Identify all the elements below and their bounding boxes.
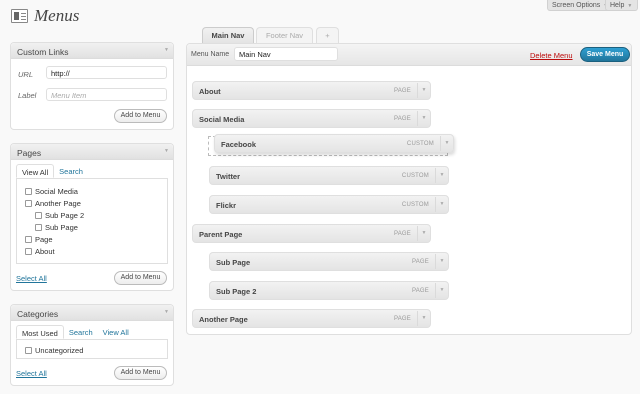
pages-box: Pages ▼ View All Search Social Media Anot… bbox=[10, 143, 174, 291]
list-item-label: Another Page bbox=[35, 199, 81, 208]
list-item[interactable]: About bbox=[25, 247, 55, 256]
add-menu-tab[interactable]: + bbox=[316, 27, 339, 43]
add-custom-link-button[interactable]: Add to Menu bbox=[114, 109, 167, 123]
tab-view-all[interactable]: View All bbox=[98, 325, 134, 339]
delete-menu-link[interactable]: Delete Menu bbox=[530, 51, 573, 60]
list-item-label: Social Media bbox=[35, 187, 78, 196]
chevron-down-icon[interactable]: ▼ bbox=[417, 226, 430, 241]
pages-select-all-link[interactable]: Select All bbox=[16, 274, 47, 283]
menu-item-type: CUSTOM bbox=[401, 202, 429, 208]
menu-item-title: Another Page bbox=[199, 315, 248, 324]
list-item[interactable]: Another Page bbox=[25, 199, 81, 208]
menu-item-sub-page-2[interactable]: Sub Page 2 PAGE ▼ bbox=[209, 281, 449, 300]
menu-item-title: Sub Page 2 bbox=[216, 287, 257, 296]
menu-item-facebook[interactable]: Facebook CUSTOM ▼ bbox=[214, 134, 454, 153]
menu-item-title: Sub Page bbox=[216, 258, 251, 267]
menu-item-parent-page[interactable]: Parent Page PAGE ▼ bbox=[192, 224, 431, 243]
menu-item-title: Social Media bbox=[199, 115, 245, 124]
menu-item-another-page[interactable]: Another Page PAGE ▼ bbox=[192, 309, 431, 328]
url-label: URL bbox=[18, 70, 34, 79]
menu-name-input[interactable]: Main Nav bbox=[234, 47, 338, 61]
chevron-down-icon[interactable]: ▼ bbox=[435, 283, 448, 298]
menu-item-type: PAGE bbox=[393, 88, 411, 94]
chevron-down-icon[interactable]: ▼ bbox=[164, 148, 169, 154]
chevron-down-icon: ▼ bbox=[627, 3, 633, 9]
pages-header[interactable]: Pages ▼ bbox=[11, 144, 173, 160]
label-label: Label bbox=[18, 91, 37, 100]
list-item[interactable]: Page bbox=[25, 235, 53, 244]
categories-box: Categories ▼ Most Used Search View All Un… bbox=[10, 304, 174, 386]
menu-item-twitter[interactable]: Twitter CUSTOM ▼ bbox=[209, 166, 449, 185]
custom-links-box: Custom Links ▼ URL http:// Label Menu Ite… bbox=[10, 42, 174, 130]
menu-item-title: Twitter bbox=[216, 172, 241, 181]
menu-item-about[interactable]: About PAGE ▼ bbox=[192, 81, 431, 100]
menu-item-title: Parent Page bbox=[199, 230, 243, 239]
list-item-label: About bbox=[35, 247, 55, 256]
menu-item-type: CUSTOM bbox=[406, 141, 434, 147]
chevron-down-icon[interactable]: ▼ bbox=[164, 309, 169, 315]
chevron-down-icon[interactable]: ▼ bbox=[440, 136, 453, 151]
menu-name-label: Menu Name bbox=[191, 51, 230, 58]
save-menu-button[interactable]: Save Menu bbox=[580, 47, 630, 62]
chevron-down-icon[interactable]: ▼ bbox=[164, 47, 169, 53]
tab-most-used[interactable]: Most Used bbox=[16, 325, 64, 339]
chevron-down-icon[interactable]: ▼ bbox=[417, 111, 430, 126]
chevron-down-icon[interactable]: ▼ bbox=[417, 83, 430, 98]
chevron-down-icon[interactable]: ▼ bbox=[417, 311, 430, 326]
categories-tabs: Most Used Search View All bbox=[16, 325, 134, 339]
list-item-label: Sub Page 2 bbox=[45, 211, 85, 220]
menu-item-type: PAGE bbox=[393, 116, 411, 122]
menu-item-type: PAGE bbox=[411, 288, 429, 294]
menu-item-title: About bbox=[199, 87, 221, 96]
checkbox[interactable] bbox=[25, 347, 32, 354]
list-item[interactable]: Uncategorized bbox=[25, 346, 83, 355]
checkbox[interactable] bbox=[25, 200, 32, 207]
categories-title: Categories bbox=[17, 309, 59, 319]
chevron-down-icon[interactable]: ▼ bbox=[435, 197, 448, 212]
list-item[interactable]: Sub Page bbox=[35, 223, 78, 232]
tab-view-all[interactable]: View All bbox=[16, 164, 55, 178]
checkbox[interactable] bbox=[25, 236, 32, 243]
list-item-label: Sub Page bbox=[45, 223, 78, 232]
help-label: Help bbox=[610, 2, 625, 9]
menu-item-title: Facebook bbox=[221, 140, 257, 149]
label-input[interactable]: Menu Item bbox=[46, 88, 167, 101]
list-item-label: Page bbox=[35, 235, 53, 244]
menu-item-social-media[interactable]: Social Media PAGE ▼ bbox=[192, 109, 431, 128]
menu-item-flickr[interactable]: Flickr CUSTOM ▼ bbox=[209, 195, 449, 214]
menus-page-icon bbox=[11, 9, 28, 23]
page-title: Menus bbox=[34, 6, 80, 25]
tab-search[interactable]: Search bbox=[64, 325, 98, 339]
checkbox[interactable] bbox=[35, 212, 42, 219]
list-item[interactable]: Social Media bbox=[25, 187, 78, 196]
checkbox[interactable] bbox=[25, 248, 32, 255]
add-pages-button[interactable]: Add to Menu bbox=[114, 271, 167, 285]
menu-item-type: PAGE bbox=[411, 259, 429, 265]
menu-item-type: CUSTOM bbox=[401, 173, 429, 179]
categories-select-all-link[interactable]: Select All bbox=[16, 369, 47, 378]
categories-header[interactable]: Categories ▼ bbox=[11, 305, 173, 321]
menu-item-type: PAGE bbox=[393, 231, 411, 237]
list-item[interactable]: Sub Page 2 bbox=[35, 211, 84, 220]
screen-options-label: Screen Options bbox=[552, 2, 601, 9]
list-item-label: Uncategorized bbox=[35, 346, 84, 355]
checkbox[interactable] bbox=[35, 224, 42, 231]
help-tab[interactable]: Help ▼ bbox=[605, 0, 639, 11]
menu-item-type: PAGE bbox=[393, 316, 411, 322]
tab-footer-nav[interactable]: Footer Nav bbox=[256, 27, 313, 43]
custom-links-header[interactable]: Custom Links ▼ bbox=[11, 43, 173, 59]
pages-tabs: View All Search bbox=[16, 164, 88, 178]
custom-links-title: Custom Links bbox=[17, 47, 69, 57]
url-input[interactable]: http:// bbox=[46, 66, 167, 79]
menu-item-sub-page[interactable]: Sub Page PAGE ▼ bbox=[209, 252, 449, 271]
pages-title: Pages bbox=[17, 148, 42, 158]
chevron-down-icon[interactable]: ▼ bbox=[435, 168, 448, 183]
menu-item-title: Flickr bbox=[216, 201, 237, 210]
add-categories-button[interactable]: Add to Menu bbox=[114, 366, 167, 380]
tab-search[interactable]: Search bbox=[54, 164, 88, 178]
tab-main-nav[interactable]: Main Nav bbox=[202, 27, 254, 43]
checkbox[interactable] bbox=[25, 188, 32, 195]
chevron-down-icon[interactable]: ▼ bbox=[435, 254, 448, 269]
